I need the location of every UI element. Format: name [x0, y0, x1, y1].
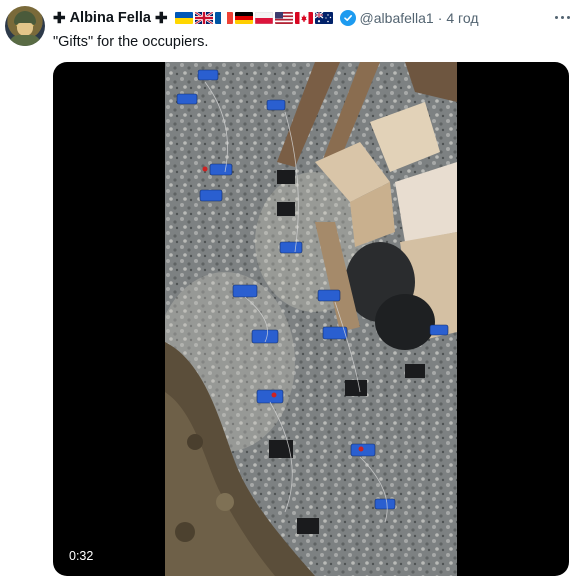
poland-flag-icon: [254, 12, 273, 24]
usa-flag-icon: [274, 12, 293, 24]
canada-flag-icon: [294, 12, 313, 24]
cross-icon: ✚: [154, 10, 168, 27]
france-flag-icon: [214, 12, 233, 24]
author-avatar[interactable]: [5, 6, 45, 46]
video-player[interactable]: 0:32: [53, 62, 569, 576]
author-handle[interactable]: @albafella1: [360, 10, 434, 26]
verified-badge-icon: [339, 10, 356, 26]
cross-icon: ✚: [53, 10, 66, 27]
more-dot: [554, 15, 558, 19]
flag-emoji-row: [174, 12, 333, 24]
more-dot: [560, 15, 564, 19]
tweet-text: "Gifts" for the occupiers.: [53, 34, 209, 50]
author-name[interactable]: Albina Fella: [70, 10, 151, 26]
tweet-timestamp[interactable]: 4 год: [446, 10, 478, 26]
video-frame: [165, 62, 457, 576]
germany-flag-icon: [234, 12, 253, 24]
avatar-body: [9, 35, 41, 46]
tweet-header: ✚ Albina Fella ✚ @albafella1 · 4 год: [53, 8, 479, 28]
more-options-icon[interactable]: [550, 8, 574, 26]
video-duration: 0:32: [69, 549, 94, 563]
video-still-image: [165, 62, 457, 576]
more-dot: [566, 15, 570, 19]
separator-dot: ·: [437, 10, 443, 26]
ukraine-flag-icon: [174, 12, 193, 24]
australia-flag-icon: [314, 12, 333, 24]
uk-flag-icon: [194, 12, 213, 24]
